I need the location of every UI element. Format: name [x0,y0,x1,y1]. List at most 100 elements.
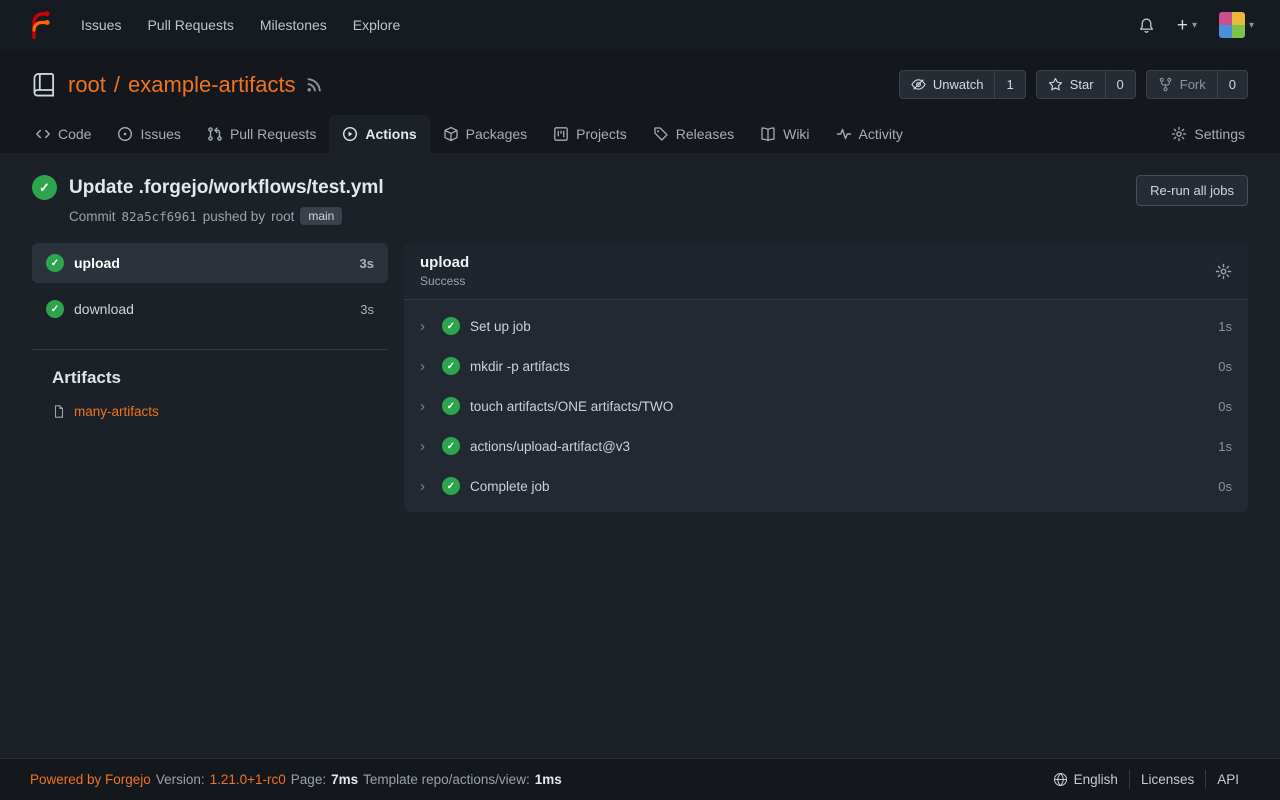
actions-play-icon [342,126,358,142]
job-detail-status: Success [420,274,469,288]
page-time-label: Page: [291,772,326,787]
step-duration: 0s [1218,359,1232,374]
tab-label: Settings [1194,126,1245,142]
fork-icon [1158,77,1173,92]
repo-separator: / [114,72,120,98]
job-step-row[interactable]: › ✓ actions/upload-artifact@v3 1s [404,426,1248,466]
tab-code[interactable]: Code [22,115,104,153]
watch-count[interactable]: 1 [994,71,1024,98]
licenses-link[interactable]: Licenses [1129,770,1205,789]
run-header: ✓ Update .forgejo/workflows/test.yml Com… [32,175,1248,225]
nav-pull-requests[interactable]: Pull Requests [134,9,246,41]
unwatch-button[interactable]: Unwatch 1 [899,70,1026,99]
repo-tabs: Code Issues Pull Requests Actions Packag… [0,115,1280,153]
eye-slash-icon [911,77,926,92]
jobs-sidebar: ✓ upload 3s ✓ download 3s Artifacts many… [32,243,388,419]
language-label: English [1074,772,1118,787]
star-count[interactable]: 0 [1105,71,1135,98]
tab-label: Pull Requests [230,126,316,142]
file-icon [52,404,66,419]
create-new-button[interactable]: + ▾ [1177,16,1197,35]
commit-line: Commit 82a5cf6961 pushed by root main [69,207,384,225]
nav-issues[interactable]: Issues [68,9,134,41]
job-duration: 3s [360,302,374,317]
rerun-all-jobs-button[interactable]: Re-run all jobs [1136,175,1248,206]
tab-actions[interactable]: Actions [329,115,429,153]
job-detail-header: upload Success [404,243,1248,300]
step-success-icon: ✓ [442,437,460,455]
language-selector[interactable]: English [1042,770,1129,789]
template-time-label: Template repo/actions/view: [363,772,530,787]
job-step-row[interactable]: › ✓ Complete job 0s [404,466,1248,506]
artifact-item[interactable]: many-artifacts [52,404,388,419]
fork-count[interactable]: 0 [1217,71,1247,98]
actions-run-view: ✓ Update .forgejo/workflows/test.yml Com… [0,153,1280,758]
commit-label: Commit [69,209,116,224]
footer: Powered by Forgejo Version: 1.21.0+1-rc0… [0,758,1280,800]
user-menu[interactable]: ▾ [1219,12,1254,38]
code-icon [35,126,51,142]
author-link[interactable]: root [271,209,294,224]
powered-by-link[interactable]: Powered by Forgejo [30,772,151,787]
tab-pull-requests[interactable]: Pull Requests [194,115,329,153]
job-step-row[interactable]: › ✓ mkdir -p artifacts 0s [404,346,1248,386]
repo-name-link[interactable]: example-artifacts [128,72,296,98]
job-item-download[interactable]: ✓ download 3s [32,289,388,329]
fork-button[interactable]: Fork 0 [1146,70,1248,99]
forgejo-logo[interactable] [24,10,54,40]
repo-title: root / example-artifacts [68,72,296,98]
gear-icon [1171,126,1187,142]
repo-owner-link[interactable]: root [68,72,106,98]
tab-wiki[interactable]: Wiki [747,115,822,153]
tab-releases[interactable]: Releases [640,115,747,153]
star-button[interactable]: Star 0 [1036,70,1136,99]
nav-milestones[interactable]: Milestones [247,9,340,41]
book-icon [760,126,776,142]
tab-issues[interactable]: Issues [104,115,193,153]
run-success-icon: ✓ [32,175,57,200]
branch-badge[interactable]: main [300,207,342,225]
job-step-row[interactable]: › ✓ Set up job 1s [404,306,1248,346]
artifact-link[interactable]: many-artifacts [74,404,159,419]
tab-projects[interactable]: Projects [540,115,640,153]
footer-left: Powered by Forgejo Version: 1.21.0+1-rc0… [30,772,562,787]
step-duration: 1s [1218,439,1232,454]
footer-right: English Licenses API [1042,770,1250,789]
tab-settings[interactable]: Settings [1158,115,1258,153]
job-duration: 3s [360,256,374,271]
navbar-right: + ▾ ▾ [1138,12,1264,38]
tab-activity[interactable]: Activity [823,115,916,153]
commit-sha-link[interactable]: 82a5cf6961 [122,209,197,224]
forgejo-logo-icon [24,10,54,40]
job-detail-card: upload Success › ✓ Set up job 1s › ✓ mkd… [404,243,1248,512]
rss-icon[interactable] [306,76,323,93]
globe-icon [1053,772,1068,787]
job-step-row[interactable]: › ✓ touch artifacts/ONE artifacts/TWO 0s [404,386,1248,426]
tab-packages[interactable]: Packages [430,115,540,153]
notifications-bell-icon[interactable] [1138,17,1155,34]
version-link[interactable]: 1.21.0+1-rc0 [210,772,286,787]
api-link[interactable]: API [1205,770,1250,789]
step-success-icon: ✓ [442,317,460,335]
tab-label: Projects [576,126,627,142]
nav-explore[interactable]: Explore [340,9,413,41]
artifacts-section: Artifacts many-artifacts [32,368,388,419]
page-time-value: 7ms [331,772,358,787]
step-success-icon: ✓ [442,357,460,375]
job-detail-title: upload [420,254,469,271]
job-options-gear-icon[interactable] [1215,263,1232,280]
pushed-by-label: pushed by [203,209,265,224]
repo-title-row: root / example-artifacts Unwatch 1 [0,70,1280,99]
version-label: Version: [156,772,205,787]
job-success-icon: ✓ [46,300,64,318]
project-icon [553,126,569,142]
step-name: mkdir -p artifacts [470,359,570,374]
job-item-upload[interactable]: ✓ upload 3s [32,243,388,283]
top-navbar: Issues Pull Requests Milestones Explore … [0,0,1280,50]
chevron-right-icon: › [420,399,432,414]
chevron-right-icon: › [420,319,432,334]
step-name: touch artifacts/ONE artifacts/TWO [470,399,673,414]
repo-icon [32,72,58,98]
avatar [1219,12,1245,38]
sidebar-divider [32,349,388,350]
